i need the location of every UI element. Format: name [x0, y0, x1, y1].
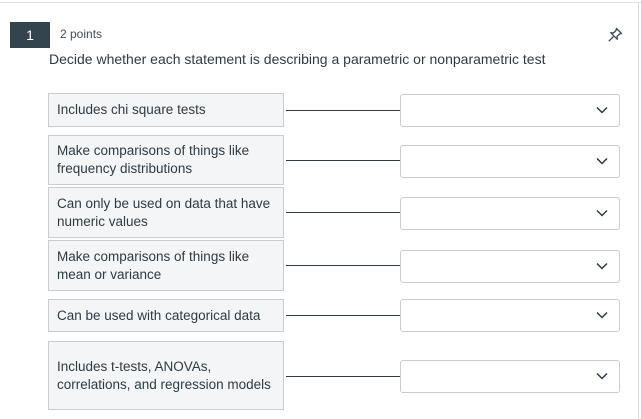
match-connector-line: [286, 376, 400, 377]
match-statement-text: Can only be used on data that have numer…: [57, 195, 271, 229]
match-statement: Make comparisons of things like frequenc…: [48, 135, 284, 185]
match-statement-text: Includes t-tests, ANOVAs, correlations, …: [57, 358, 271, 392]
match-answer-select[interactable]: [400, 360, 620, 393]
match-answer-select[interactable]: [400, 94, 620, 127]
match-statement-text: Includes chi square tests: [57, 102, 206, 117]
match-answer-select[interactable]: [400, 250, 620, 283]
match-statement-text: Can be used with categorical data: [57, 307, 261, 323]
match-statement-text: Make comparisons of things like frequenc…: [57, 143, 250, 176]
match-connector-line: [286, 265, 400, 266]
match-connector-line: [286, 315, 400, 316]
match-connector-line: [286, 160, 400, 161]
match-statement: Make comparisons of things like mean or …: [48, 240, 284, 291]
match-statement: Includes chi square tests: [48, 93, 284, 127]
chevron-down-icon: [596, 157, 608, 165]
pin-icon[interactable]: [606, 26, 624, 44]
right-divider: [638, 2, 639, 419]
chevron-down-icon: [596, 372, 608, 380]
chevron-down-icon: [596, 106, 608, 114]
question-number-badge: 1: [10, 22, 50, 48]
chevron-down-icon: [596, 311, 608, 319]
match-answer-select[interactable]: [400, 299, 620, 332]
quiz-page: 1 2 points Decide whether each statement…: [0, 0, 641, 419]
chevron-down-icon: [596, 209, 608, 217]
question-prompt: Decide whether each statement is describ…: [49, 51, 546, 67]
match-statement-text: Make comparisons of things like mean or …: [57, 248, 250, 282]
match-answer-select[interactable]: [400, 197, 620, 230]
chevron-down-icon: [596, 262, 608, 270]
match-statement: Includes t-tests, ANOVAs, correlations, …: [48, 341, 284, 410]
match-answer-select[interactable]: [400, 145, 620, 178]
match-statement: Can be used with categorical data: [48, 299, 284, 332]
match-connector-line: [286, 110, 400, 111]
match-connector-line: [286, 212, 400, 213]
top-divider: [0, 2, 641, 3]
question-points: 2 points: [60, 27, 103, 41]
match-statement: Can only be used on data that have numer…: [48, 187, 284, 238]
